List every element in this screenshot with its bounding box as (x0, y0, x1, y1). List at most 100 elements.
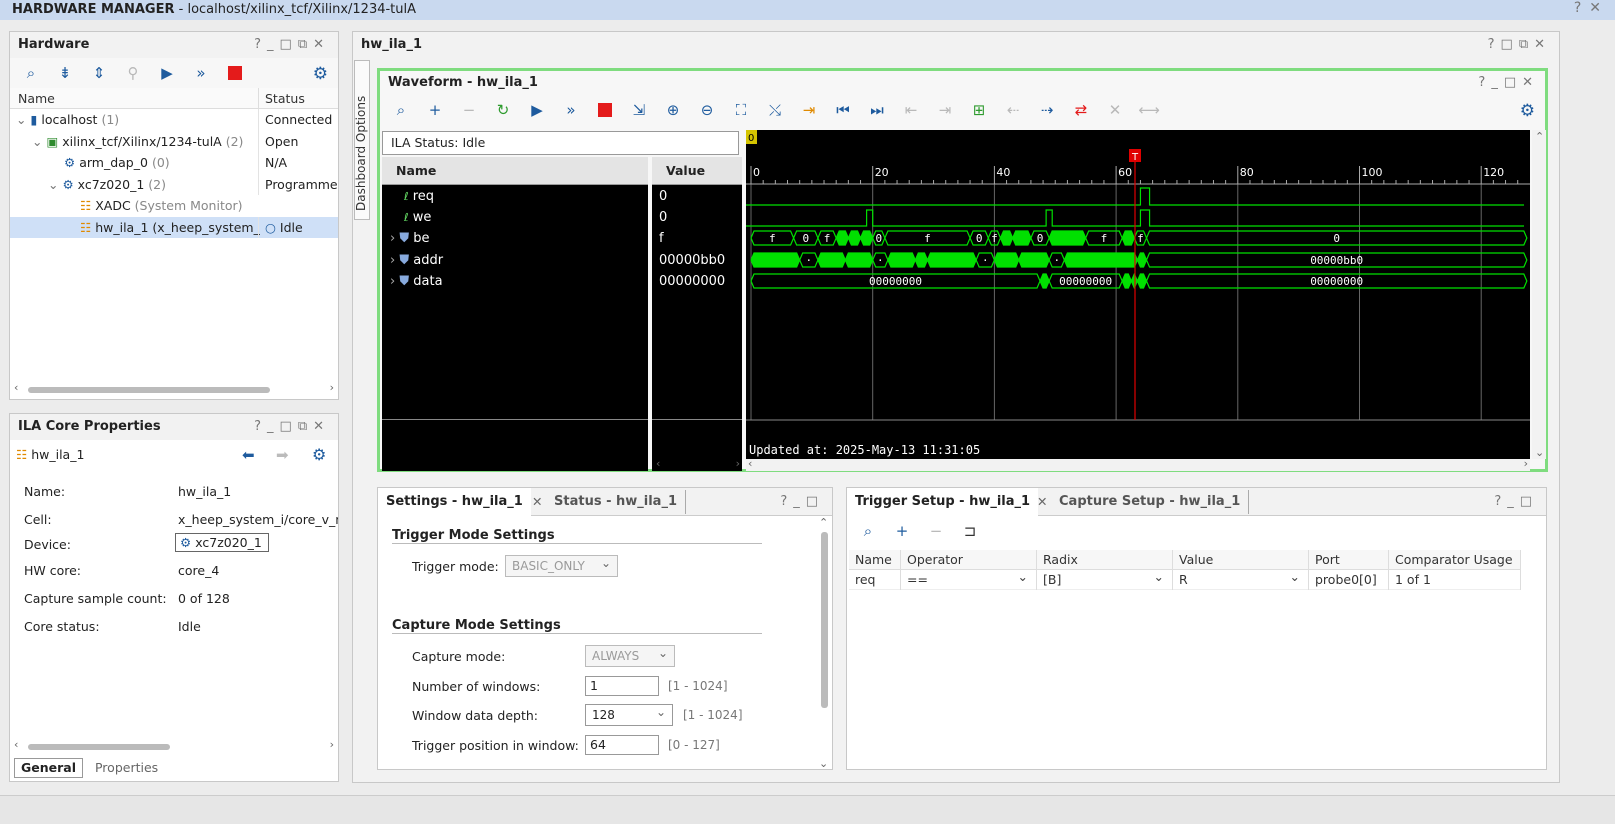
dashboard-controls[interactable]: ?□⧉✕ (1488, 32, 1551, 58)
trace-data-label: 00000000 (869, 275, 922, 288)
prev-transition-icon[interactable]: ⇤ (896, 97, 926, 123)
go-last-icon[interactable]: ⏭ (862, 97, 892, 123)
window-controls[interactable]: ?✕ (1574, 0, 1609, 16)
forward-arrow-icon[interactable]: ➡ (276, 440, 289, 470)
signal-we[interactable]: ℓ we (404, 210, 431, 225)
cursor-icon[interactable]: ⤯ (760, 97, 790, 123)
radix-select[interactable]: [B] ⌄ (1037, 569, 1173, 590)
tree-row-xadc[interactable]: ☷ XADC (System Monitor) (10, 195, 338, 217)
zoom-fit-icon[interactable]: ⛶ (726, 97, 756, 123)
next-marker-icon[interactable]: ⇢ (1032, 97, 1062, 123)
tab-general[interactable]: General (14, 758, 83, 778)
back-arrow-icon[interactable]: ⬅ (242, 440, 255, 470)
waveform-canvas[interactable]: 0 20 40 60 80 100 120 f 0 f 0 f 0 f 0 f f 0 · · · · 00000bb0 0… (746, 130, 1530, 459)
windows-input[interactable]: 1 (585, 676, 659, 696)
trace-addr-segment (844, 252, 874, 268)
tree-row-hw-ila[interactable]: ☷ hw_ila_1 (x_heep_system_ ○ Idle (10, 216, 338, 238)
tab-settings[interactable]: Settings - hw_ila_1 (378, 488, 531, 516)
trigger-table-row[interactable]: req == ⌄ [B] ⌄ R ⌄ probe0[0] 1 of 1 (849, 569, 1521, 590)
settings-vscroll[interactable]: ⌃ ⌄ (819, 516, 829, 770)
next-transition-icon[interactable]: ⇥ (930, 97, 960, 123)
props-hscroll[interactable]: ‹ › (10, 738, 338, 752)
search-icon[interactable]: ⌕ (16, 60, 46, 86)
trace-data-segment (1039, 273, 1050, 289)
marker-zero-label: 0 (748, 133, 754, 144)
trigger-controls[interactable]: ?_□ (1494, 488, 1538, 516)
prev-marker-icon[interactable]: ⇠ (998, 97, 1028, 123)
trace-be-label: f (1137, 232, 1144, 245)
close-icon[interactable]: ✕ (1037, 494, 1047, 509)
add-icon[interactable]: + (420, 97, 450, 123)
trace-addr-segment (1018, 252, 1050, 268)
value-hscroll[interactable]: ‹ › (652, 457, 742, 471)
run-immediate-icon[interactable]: » (186, 60, 216, 86)
dashboard-options-tab[interactable]: Dashboard Options (354, 60, 370, 220)
hardware-hscroll[interactable]: ‹ › (10, 381, 338, 395)
tab-trigger-setup[interactable]: Trigger Setup - hw_ila_1 (847, 488, 1039, 516)
stop-icon[interactable] (220, 60, 250, 86)
trigger-position-input[interactable]: 64 (585, 735, 659, 755)
search-icon[interactable]: ⌕ (386, 97, 416, 123)
ruler-label: 100 (1362, 166, 1383, 179)
add-icon[interactable]: + (887, 518, 917, 544)
depth-select[interactable]: 128 (585, 702, 673, 726)
signal-be[interactable]: › ⛊ be (390, 231, 430, 246)
run-trigger-icon[interactable]: ▶ (522, 97, 552, 123)
auto-connect-icon[interactable]: ⚲ (118, 60, 148, 86)
debug-core-icon: ☷ (16, 447, 28, 462)
go-first-icon[interactable]: ⏮ (828, 97, 858, 123)
waveform-hscroll[interactable]: ‹ › (746, 457, 1530, 471)
tree-row-device[interactable]: ⌄ ⚙ xc7z020_1 (2) Programmec (10, 173, 338, 195)
waveform-controls[interactable]: ?_□✕ (1478, 71, 1539, 95)
capture-mode-select[interactable]: ALWAYS (585, 643, 675, 667)
tree-row-target[interactable]: ⌄ ▣ xilinx_tcf/Xilinx/1234-tulA (2) Open (10, 130, 338, 152)
remove-icon[interactable]: − (454, 97, 484, 123)
hardware-panel-controls[interactable]: ?_□⧉✕ (254, 32, 330, 58)
window-path: localhost/xilinx_tcf/Xilinx/1234-tulA (187, 2, 417, 17)
tab-properties[interactable]: Properties (87, 760, 166, 775)
value-select[interactable]: R ⌄ (1173, 569, 1309, 590)
export-icon[interactable]: ⇲ (624, 97, 654, 123)
trace-data-label: 00000000 (1059, 275, 1112, 288)
ila-status: ILA Status: Idle (382, 131, 739, 155)
gear-icon[interactable]: ⚙ (312, 440, 326, 470)
run-immediate-icon[interactable]: » (556, 97, 586, 123)
zoom-in-icon[interactable]: ⊕ (658, 97, 688, 123)
signal-req[interactable]: ℓ req (404, 189, 434, 204)
refresh-icon[interactable]: ↻ (488, 97, 518, 123)
col-status: Status (258, 88, 305, 109)
gear-icon[interactable]: ⚙ (1520, 101, 1535, 121)
trace-addr-segment (926, 252, 977, 268)
tree-row-arm-dap[interactable]: ⚙ arm_dap_0 (0) N/A (10, 152, 338, 174)
delete-marker-icon[interactable]: ✕ (1100, 97, 1130, 123)
run-trigger-icon[interactable]: ▶ (152, 60, 182, 86)
operator-select[interactable]: == ⌄ (901, 569, 1037, 590)
add-marker-icon[interactable]: ⊞ (964, 97, 994, 123)
zoom-out-icon[interactable]: ⊖ (692, 97, 722, 123)
collapse-all-icon[interactable]: ⇟ (50, 60, 80, 86)
dashboard-title: hw_ila_1 (353, 32, 1559, 58)
trace-be-label: f (991, 232, 998, 245)
signal-addr[interactable]: › ⛊ addr (390, 253, 443, 268)
expand-all-icon[interactable]: ⇕ (84, 60, 114, 86)
trace-addr-label: · (877, 254, 884, 267)
gear-icon[interactable]: ⚙ (313, 64, 328, 84)
trigger-mode-select[interactable]: BASIC_ONLY (505, 553, 618, 577)
tab-capture-setup[interactable]: Capture Setup - hw_ila_1 (1051, 490, 1250, 514)
marker-icon[interactable]: ⇥ (794, 97, 824, 123)
capture-mode-header: Capture Mode Settings (392, 618, 762, 634)
settings-controls[interactable]: ?_□ (780, 488, 824, 516)
waveform-vscroll[interactable]: ⌃ ⌄ (1532, 130, 1546, 459)
device-link[interactable]: ⚙ xc7z020_1 (175, 533, 269, 552)
logic-gate-icon[interactable]: ⊐ (955, 518, 985, 544)
swap-cursor-icon[interactable]: ⇄ (1066, 97, 1096, 123)
search-icon[interactable]: ⌕ (853, 518, 883, 544)
close-icon[interactable]: ✕ (532, 494, 542, 509)
signal-data[interactable]: › ⛊ data (390, 274, 443, 289)
stop-icon[interactable] (590, 97, 620, 123)
remove-icon[interactable]: − (921, 518, 951, 544)
tab-status[interactable]: Status - hw_ila_1 (546, 490, 686, 514)
measure-icon[interactable]: ⟷ (1134, 97, 1164, 123)
tree-row-localhost[interactable]: ⌄ ▮ localhost (1) Connected (10, 109, 338, 131)
ila-properties-controls[interactable]: ?_□⧉✕ (254, 414, 330, 440)
